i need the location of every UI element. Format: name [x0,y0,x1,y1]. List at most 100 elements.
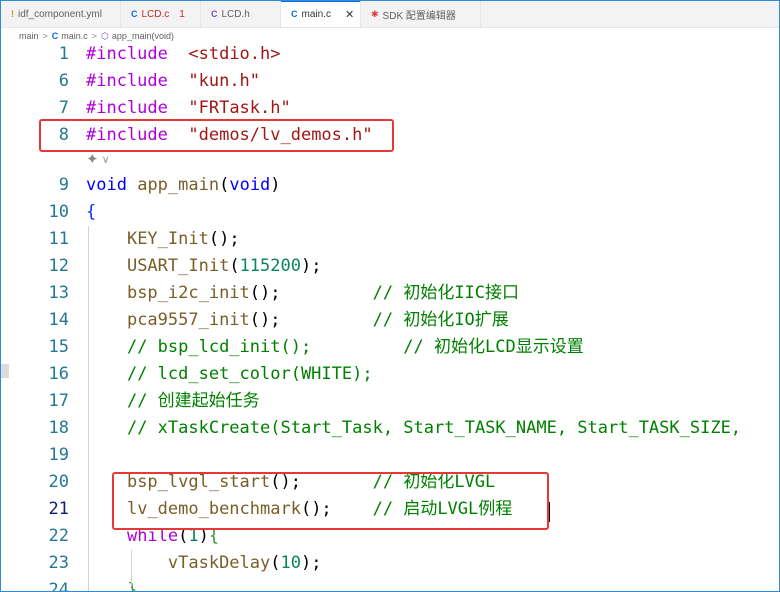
code-editor[interactable]: ✦ ∨ 1 #include <stdio.h> 6 #include "kun.h"… [1,41,779,592]
code-text[interactable]: // 创建起始任务 [86,388,260,415]
code-line[interactable]: 1 #include <stdio.h> [1,41,779,68]
tab-bar: ! idf_component.yml C LCD.c 1 C LCD.h Cmain.c ✕ ✱… [1,1,779,28]
code-line[interactable]: 18 // xTaskCreate(Start_Task, Start_TASK… [1,415,779,442]
code-text[interactable]: pca9557_init(); // 初始化IO扩展 [86,307,509,334]
code-token: ( [219,175,230,195]
code-token: // 初始化IO扩展 [372,310,509,330]
code-token: ( [270,553,281,573]
code-token: // bsp_lcd_init(); // 初始化LCD显示设置 [126,337,584,357]
tab-lcd-h[interactable]: C LCD.h [201,1,281,27]
chevron-down-icon[interactable]: ∨ [102,153,110,166]
code-line[interactable]: 9 void app_main(void) [1,172,779,199]
code-line[interactable]: 7 #include "FRTask.h" [1,95,779,122]
code-line[interactable]: 19 [1,442,779,469]
code-token: 10 [280,553,301,573]
code-line[interactable]: 13 bsp_i2c_init(); // 初始化IIC接口 [1,280,779,307]
line-number: 1 [58,44,69,64]
code-token: (); [249,283,373,303]
code-token: { [86,202,97,222]
line-number: 17 [48,391,69,411]
tab-label: main.c [301,8,331,20]
code-text[interactable]: KEY_Init(); [86,226,240,253]
code-token: // 创建起始任务 [126,391,260,411]
code-token: ( [229,256,240,276]
code-token: pca9557_init [126,310,250,330]
code-token: ); [300,553,322,573]
settings-file-icon: ✱ [371,8,379,19]
code-token: #include [86,71,168,91]
code-token: 115200 [239,256,301,276]
tab-main-c[interactable]: Cmain.c ✕ [281,1,361,27]
text-cursor [549,502,550,522]
tab-idf-component-yml[interactable]: ! idf_component.yml [1,1,121,27]
breadcrumb-file[interactable]: main.c [61,31,88,41]
tab-label: SDK 配置编辑器 [382,10,456,22]
code-line[interactable]: 17 // 创建起始任务 [1,388,779,415]
line-number: 13 [48,283,69,303]
code-text[interactable]: // bsp_lcd_init(); // 初始化LCD显示设置 [86,334,584,361]
breadcrumb-separator: > [91,31,98,41]
close-icon[interactable]: ✕ [345,8,354,21]
code-text[interactable]: vTaskDelay(10); [86,550,322,577]
tab-lcd-c[interactable]: C LCD.c 1 [121,1,201,27]
code-line[interactable]: 24 } [1,577,779,592]
code-line[interactable]: 15 // bsp_lcd_init(); // 初始化LCD显示设置 [1,334,779,361]
code-line[interactable]: 11 KEY_Init(); [1,226,779,253]
sparkle-icon[interactable]: ✦ [86,150,99,168]
code-token: // lcd_set_color(WHITE); [126,364,373,384]
line-number: 7 [58,98,69,118]
code-text[interactable]: bsp_i2c_init(); // 初始化IIC接口 [86,280,519,307]
tab-sdk-config-editor[interactable]: ✱ SDK 配置编辑器 [361,1,481,27]
code-text[interactable]: #include <stdio.h> [86,41,281,68]
code-line[interactable]: 14 pca9557_init(); // 初始化IO扩展 [1,307,779,334]
code-text[interactable]: USART_Init(115200); [86,253,322,280]
line-number: 24 [48,580,69,592]
code-text[interactable]: void app_main(void) [86,172,281,199]
problem-count-badge: 1 [179,8,185,20]
yaml-file-icon: ! [11,9,14,19]
c-file-icon: C [131,9,138,19]
code-text[interactable]: { [86,199,96,226]
code-line[interactable]: 12 USART_Init(115200); [1,253,779,280]
code-token: <stdio.h> [188,44,281,64]
line-number: 16 [48,364,69,384]
code-token: // xTaskCreate(Start_Task, Start_TASK_NA… [126,418,742,438]
code-text[interactable]: #include "kun.h" [86,68,260,95]
code-text[interactable]: } [86,577,138,592]
indent-guide [88,226,89,591]
line-number: 19 [48,445,69,465]
c-file-icon: C [291,9,298,19]
function-symbol-icon: ⬡ [101,30,109,41]
breadcrumb-symbol[interactable]: app_main(void) [112,31,174,41]
code-token: USART_Init [126,256,230,276]
code-line[interactable]: 16 // lcd_set_color(WHITE); [1,361,779,388]
breadcrumb-folder[interactable]: main [19,31,39,41]
code-token: "kun.h" [188,71,261,91]
code-token: KEY_Init [126,229,209,249]
code-text[interactable]: // lcd_set_color(WHITE); [86,361,373,388]
line-number: 12 [48,256,69,276]
line-number: 22 [48,526,69,546]
code-token: "FRTask.h" [188,98,291,118]
code-line[interactable]: 23 vTaskDelay(10); [1,550,779,577]
code-text[interactable]: #include "FRTask.h" [86,95,291,122]
code-token: #include [86,44,168,64]
code-token: } [126,580,138,592]
tab-label: LCD.c [141,8,170,20]
code-line[interactable]: 6 #include "kun.h" [1,68,779,95]
code-text[interactable]: // xTaskCreate(Start_Task, Start_TASK_NA… [86,415,741,442]
line-number: 18 [48,418,69,438]
code-token: app_main [137,175,220,195]
code-token: ); [300,256,322,276]
line-number: 9 [58,175,69,195]
breadcrumb-separator: > [42,31,48,41]
code-line[interactable]: 10 { [1,199,779,226]
code-token: bsp_i2c_init [126,283,250,303]
